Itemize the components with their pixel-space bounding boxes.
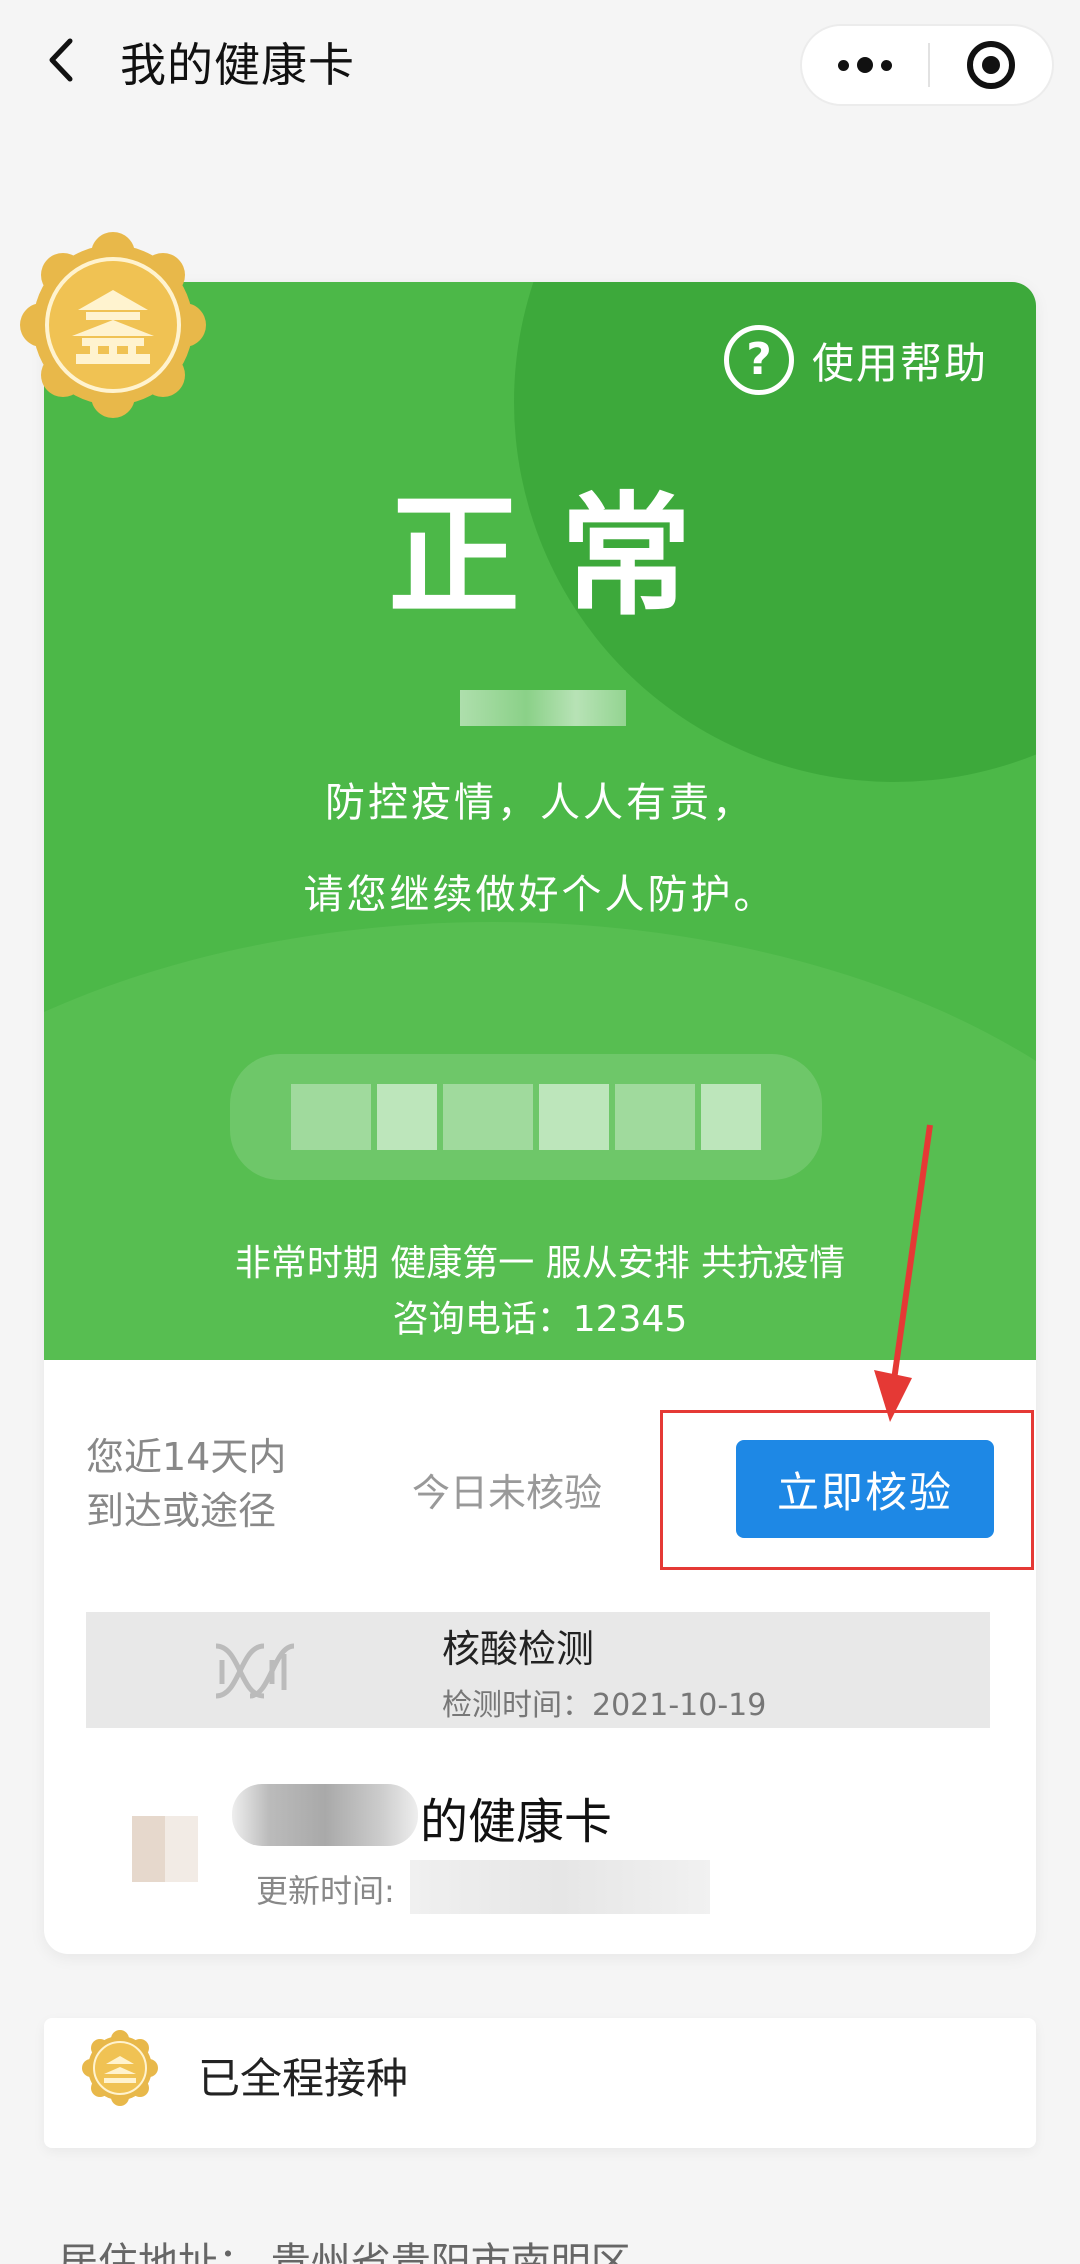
vaccine-badge-icon [82, 2030, 158, 2106]
blur-block [615, 1084, 695, 1150]
vaccination-status: 已全程接种 [198, 2054, 409, 2103]
blur-block [377, 1084, 437, 1150]
update-time-label: 更新时间: [256, 1872, 395, 1910]
red-arrow-annotation [874, 1124, 933, 1422]
trip-line-1: 您近14天内 [86, 1435, 287, 1479]
residence-address: 居住地址： 贵州省贵阳市南明区... [58, 2240, 669, 2264]
page-title: 我的健康卡 [120, 38, 355, 92]
mini-program-capsule [800, 24, 1054, 106]
more-dots-icon-center [857, 57, 873, 73]
slogan-line-1: 防控疫情，人人有责， [325, 780, 755, 826]
more-dots-icon-right [881, 59, 892, 71]
blur-block [291, 1084, 371, 1150]
trip-history-label: 您近14天内 到达或途径 [86, 1430, 286, 1538]
dna-icon [215, 1643, 295, 1699]
chevron-left-icon [49, 38, 73, 82]
top-navigation-bar: 我的健康卡 [0, 0, 1080, 130]
owner-health-card-label: 的健康卡 [420, 1794, 613, 1850]
vaccination-row[interactable] [44, 2018, 1036, 2148]
verify-now-button[interactable]: 立即核验 [736, 1440, 994, 1538]
help-label: 使用帮助 [812, 338, 989, 388]
slogan-line-2: 请您继续做好个人防护。 [303, 872, 777, 918]
nucleic-test-title: 核酸检测 [442, 1627, 595, 1671]
verification-status: 今日未核验 [412, 1471, 603, 1515]
blurred-owner-name [232, 1784, 418, 1846]
nucleic-test-time: 检测时间：2021-10-19 [442, 1688, 767, 1723]
blur-block [443, 1084, 533, 1150]
more-dots-icon [838, 59, 849, 71]
blurred-qr-code[interactable] [230, 1054, 822, 1180]
blur-block [701, 1084, 761, 1150]
back-button[interactable] [36, 30, 86, 90]
blurred-update-time [410, 1860, 710, 1914]
trip-line-2: 到达或途径 [86, 1489, 277, 1533]
pavilion-emblem-icon [20, 232, 206, 418]
blur-block [539, 1084, 609, 1150]
close-mini-program-button[interactable] [930, 39, 1052, 91]
avatar [132, 1816, 198, 1882]
health-status-text: 正常 [388, 480, 732, 634]
question-circle-icon: ? [724, 325, 794, 395]
blurred-name [460, 690, 626, 726]
help-link[interactable]: ? 使用帮助 [724, 322, 988, 398]
target-icon [967, 41, 1015, 89]
more-button[interactable] [802, 26, 928, 104]
